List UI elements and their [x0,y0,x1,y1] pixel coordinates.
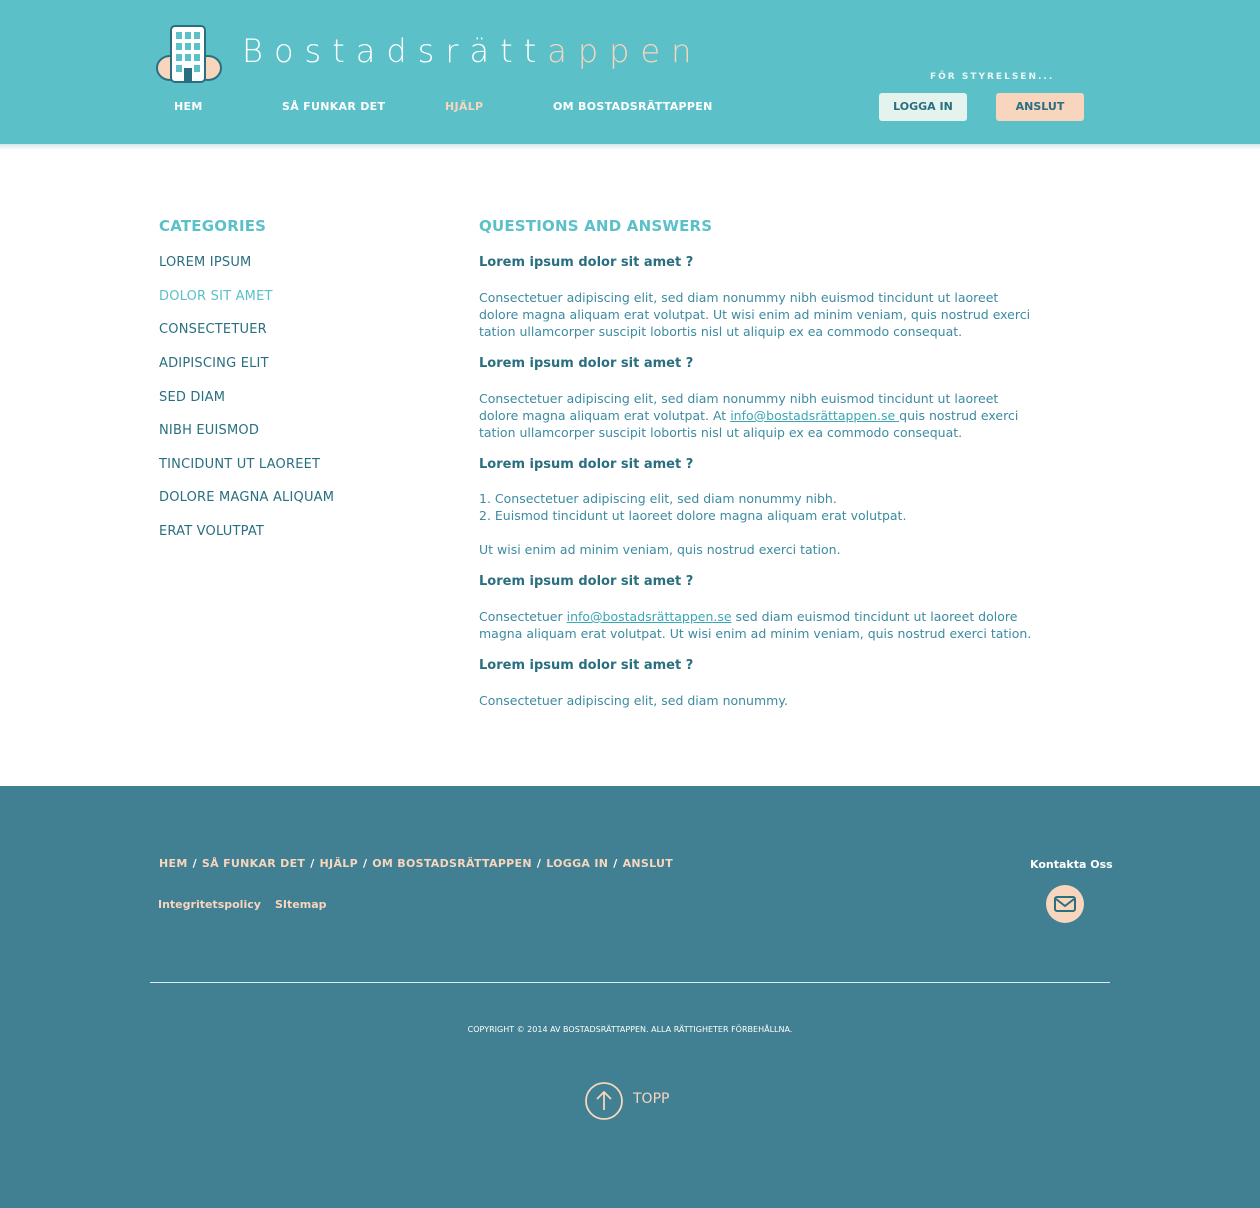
qa-title: QUESTIONS AND ANSWERS [479,217,713,235]
category-item[interactable]: DOLORE MAGNA ALIQUAM [159,490,334,505]
question-heading: Lorem ipsum dolor sit amet ? [479,356,694,371]
answer-text: Consectetuer info@bostadsrättappen.se se… [479,609,1032,641]
mail-button[interactable] [1046,885,1084,923]
footer-nav-om-bostadsrattappen[interactable]: OM BOSTADSRÄTTAPPEN [372,857,532,870]
footer-nav-logga-in[interactable]: LOGGA IN [546,857,608,870]
for-board-label[interactable]: FÖR STYRELSEN... [930,72,1054,82]
list-item: 2. Euismod tincidunt ut laoreet dolore m… [479,508,907,523]
site-header: Bostadsrättappen HEM SÅ FUNKAR DET HJÄLP… [0,0,1260,144]
site-footer [0,786,1260,1208]
header-shadow [0,144,1260,150]
footer-nav-hjalp[interactable]: HJÄLP [320,857,358,870]
sitemap-link[interactable]: SItemap [275,898,327,911]
brand-wordmark[interactable]: Bostadsrättappen [242,32,702,70]
contact-label: Kontakta Oss [1030,858,1113,871]
category-item[interactable]: LOREM IPSUM [159,255,251,270]
question-heading: Lorem ipsum dolor sit amet ? [479,457,694,472]
list-item: 1. Consectetuer adipiscing elit, sed dia… [479,491,837,506]
footer-divider [150,982,1110,983]
category-item[interactable]: ADIPISCING ELIT [159,356,269,371]
answer-text: Consectetuer adipiscing elit, sed diam n… [479,693,788,708]
answer-list: 1. Consectetuer adipiscing elit, sed dia… [479,490,1019,524]
brand-accent: appen [547,32,703,70]
category-item[interactable]: SED DIAM [159,390,225,405]
footer-nav-anslut[interactable]: ANSLUT [623,857,674,870]
login-button[interactable]: LOGGA IN [879,93,967,121]
answer-text: Ut wisi enim ad minim veniam, quis nostr… [479,542,841,557]
join-button[interactable]: ANSLUT [996,93,1084,121]
question-heading: Lorem ipsum dolor sit amet ? [479,574,694,589]
envelope-icon [1054,896,1076,912]
category-item[interactable]: CONSECTETUER [159,322,267,337]
category-item[interactable]: ERAT VOLUTPAT [159,524,264,539]
top-label[interactable]: TOPP [633,1091,669,1107]
email-link[interactable]: info@bostadsrättappen.se [730,408,899,423]
question-heading: Lorem ipsum dolor sit amet ? [479,255,694,270]
footer-nav-hem[interactable]: HEM [159,857,188,870]
footer-nav: HEM / SÅ FUNKAR DET / HJÄLP / OM BOSTADSRÄTTAP… [159,857,674,870]
email-link[interactable]: info@bostadsrättappen.se [567,609,732,624]
brand-main: Bostadsrätt [242,32,548,70]
answer-text: Consectetuer adipiscing elit, sed diam n… [479,290,1031,339]
nav-om-bostadsrattappen[interactable]: OM BOSTADSRÄTTAPPEN [553,100,713,113]
copyright-text: COPYRIGHT © 2014 AV BOSTADSRÄTTAPPEN. AL… [467,1025,793,1034]
nav-sa-funkar-det[interactable]: SÅ FUNKAR DET [282,100,385,113]
privacy-link[interactable]: Integritetspolicy [158,898,261,911]
categories-title: CATEGORIES [159,217,267,235]
nav-hjalp[interactable]: HJÄLP [445,100,483,113]
category-item[interactable]: TINCIDUNT UT LAOREET [159,457,320,472]
building-logo-icon[interactable] [156,24,222,84]
nav-hem[interactable]: HEM [174,100,203,113]
arrow-up-circle-icon[interactable] [584,1081,624,1121]
question-heading: Lorem ipsum dolor sit amet ? [479,658,694,673]
footer-nav-sa-funkar-det[interactable]: SÅ FUNKAR DET [202,857,305,870]
category-item-active[interactable]: DOLOR SIT AMET [159,289,273,304]
answer-text: Consectetuer adipiscing elit, sed diam n… [479,391,1019,440]
category-item[interactable]: NIBH EUISMOD [159,423,259,438]
